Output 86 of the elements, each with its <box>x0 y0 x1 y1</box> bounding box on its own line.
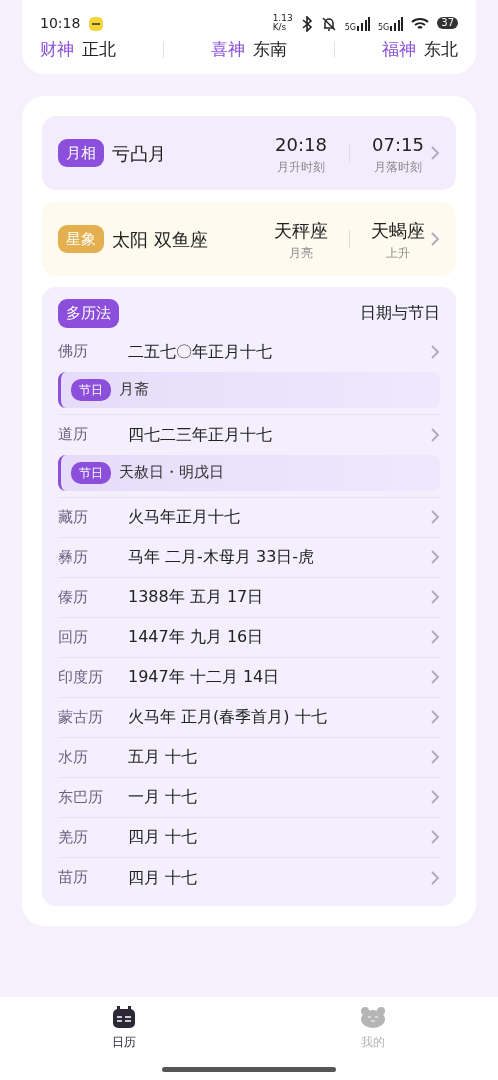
festival-text: 天赦日・明戊日 <box>119 462 224 484</box>
category-badge: 月相 <box>58 138 104 168</box>
calendar-name: 东巴历 <box>58 786 104 808</box>
calendar-row[interactable]: 回历 1447年 九月 16日 <box>58 617 440 658</box>
chevron-icon <box>430 510 440 524</box>
battery-icon: 37 <box>437 16 458 30</box>
calendar-row[interactable]: 印度历 1947年 十二月 14日 <box>58 657 440 698</box>
calendar-row[interactable]: 羌历 四月 十七 <box>58 817 440 858</box>
calendar-date: 火马年 正月(春季首月) 十七 <box>128 706 327 728</box>
network-type: 5G <box>344 21 356 34</box>
calendar-date: 1947年 十二月 14日 <box>128 666 280 688</box>
chevron-icon <box>430 830 440 844</box>
moon-card[interactable]: 月相 亏凸月 20:18 月升时刻 07:15 月落时刻 <box>42 116 456 190</box>
chevron-icon <box>430 344 440 359</box>
calendar-date: 火马年正月十七 <box>128 506 240 528</box>
time-value: 20:18 <box>275 132 327 157</box>
calendar-icon <box>112 1005 136 1029</box>
calendar-date: 二五七〇年正月十七 <box>128 340 272 363</box>
chevron-icon <box>430 750 440 764</box>
calendar-name: 羌历 <box>58 826 89 848</box>
calendar-name: 道历 <box>58 424 89 446</box>
chevron-icon <box>430 790 440 804</box>
calendar-date: 马年 二月-木母月 33日-虎 <box>128 546 315 568</box>
calendar-date: 1388年 五月 17日 <box>128 586 264 608</box>
calendar-name: 回历 <box>58 626 89 648</box>
time-label: 月升时刻 <box>277 158 325 176</box>
god-direction: 东北 <box>424 38 458 62</box>
calendar-row[interactable]: 道历 四七二三年正月十七 <box>58 414 440 455</box>
chevron-icon <box>430 427 440 442</box>
clock: 10:18 <box>40 13 81 33</box>
calendar-name: 彝历 <box>58 546 89 568</box>
calendar-row[interactable]: 蒙古历 火马年 正月(春季首月) 十七 <box>58 697 440 738</box>
calendar-name: 傣历 <box>58 586 89 608</box>
sign-value: 天秤座 <box>274 218 328 243</box>
festival-text: 月斋 <box>119 379 149 401</box>
calendar-date: 一月 十七 <box>128 786 198 808</box>
home-indicator[interactable] <box>162 1067 336 1072</box>
chevron-icon <box>430 630 440 644</box>
net-speed: 1.13 <box>272 14 293 23</box>
festival-tag: 节日 <box>71 461 111 484</box>
chevron-icon <box>430 710 440 724</box>
calendar-name: 佛历 <box>58 341 89 363</box>
god-label: 福神 <box>382 38 416 62</box>
calendar-row[interactable]: 傣历 1388年 五月 17日 <box>58 577 440 618</box>
network-type: 5G <box>377 21 390 34</box>
calendar-date: 四月 十七 <box>128 866 198 889</box>
calendar-date: 四月 十七 <box>128 826 198 848</box>
category-badge: 多历法 <box>58 299 119 328</box>
sign-label: 月亮 <box>289 244 313 262</box>
chevron-icon <box>430 146 440 160</box>
bear-face-icon <box>360 1005 386 1029</box>
calendar-date: 1447年 九月 16日 <box>128 626 264 648</box>
summary-text: 亏凸月 <box>112 141 166 166</box>
section-title: 日期与节日 <box>360 302 440 325</box>
calendar-name: 水历 <box>58 746 89 768</box>
god-direction: 正北 <box>82 38 116 62</box>
net-unit: K/s <box>272 23 288 32</box>
calendar-name: 藏历 <box>58 506 89 528</box>
category-badge: 星象 <box>58 224 104 254</box>
calendar-row[interactable]: 佛历 二五七〇年正月十七 <box>58 331 440 372</box>
god-label: 喜神 <box>211 38 245 62</box>
calendar-row[interactable]: 苗历 四月 十七 <box>58 857 440 898</box>
calendar-row[interactable]: 东巴历 一月 十七 <box>58 777 440 818</box>
chevron-icon <box>430 550 440 564</box>
calendar-row[interactable]: 水历 五月 十七 <box>58 737 440 778</box>
calendar-name: 蒙古历 <box>58 706 104 728</box>
god-direction: 东南 <box>253 38 287 62</box>
time-label: 月落时刻 <box>374 158 422 176</box>
chevron-icon <box>430 670 440 684</box>
summary-text: 太阳 双鱼座 <box>112 227 208 252</box>
god-label: 财神 <box>40 38 74 62</box>
chevron-icon <box>430 590 440 604</box>
astrology-card[interactable]: 星象 太阳 双鱼座 天秤座 月亮 天蝎座 上升 <box>42 202 456 276</box>
calendar-name: 印度历 <box>58 666 104 688</box>
calendar-row[interactable]: 藏历 火马年正月十七 <box>58 497 440 538</box>
calendar-row[interactable]: 彝历 马年 二月-木母月 33日-虎 <box>58 537 440 578</box>
sign-label: 上升 <box>386 244 410 262</box>
time-value: 07:15 <box>372 132 424 157</box>
chevron-icon <box>430 870 440 885</box>
chevron-icon <box>430 232 440 246</box>
calendar-name: 苗历 <box>58 867 89 889</box>
sign-value: 天蝎座 <box>371 218 425 243</box>
calendar-date: 四七二三年正月十七 <box>128 423 272 446</box>
calendar-date: 五月 十七 <box>128 746 198 768</box>
festival-tag: 节日 <box>71 378 111 401</box>
tab[interactable]: 日历 <box>112 1005 136 1080</box>
